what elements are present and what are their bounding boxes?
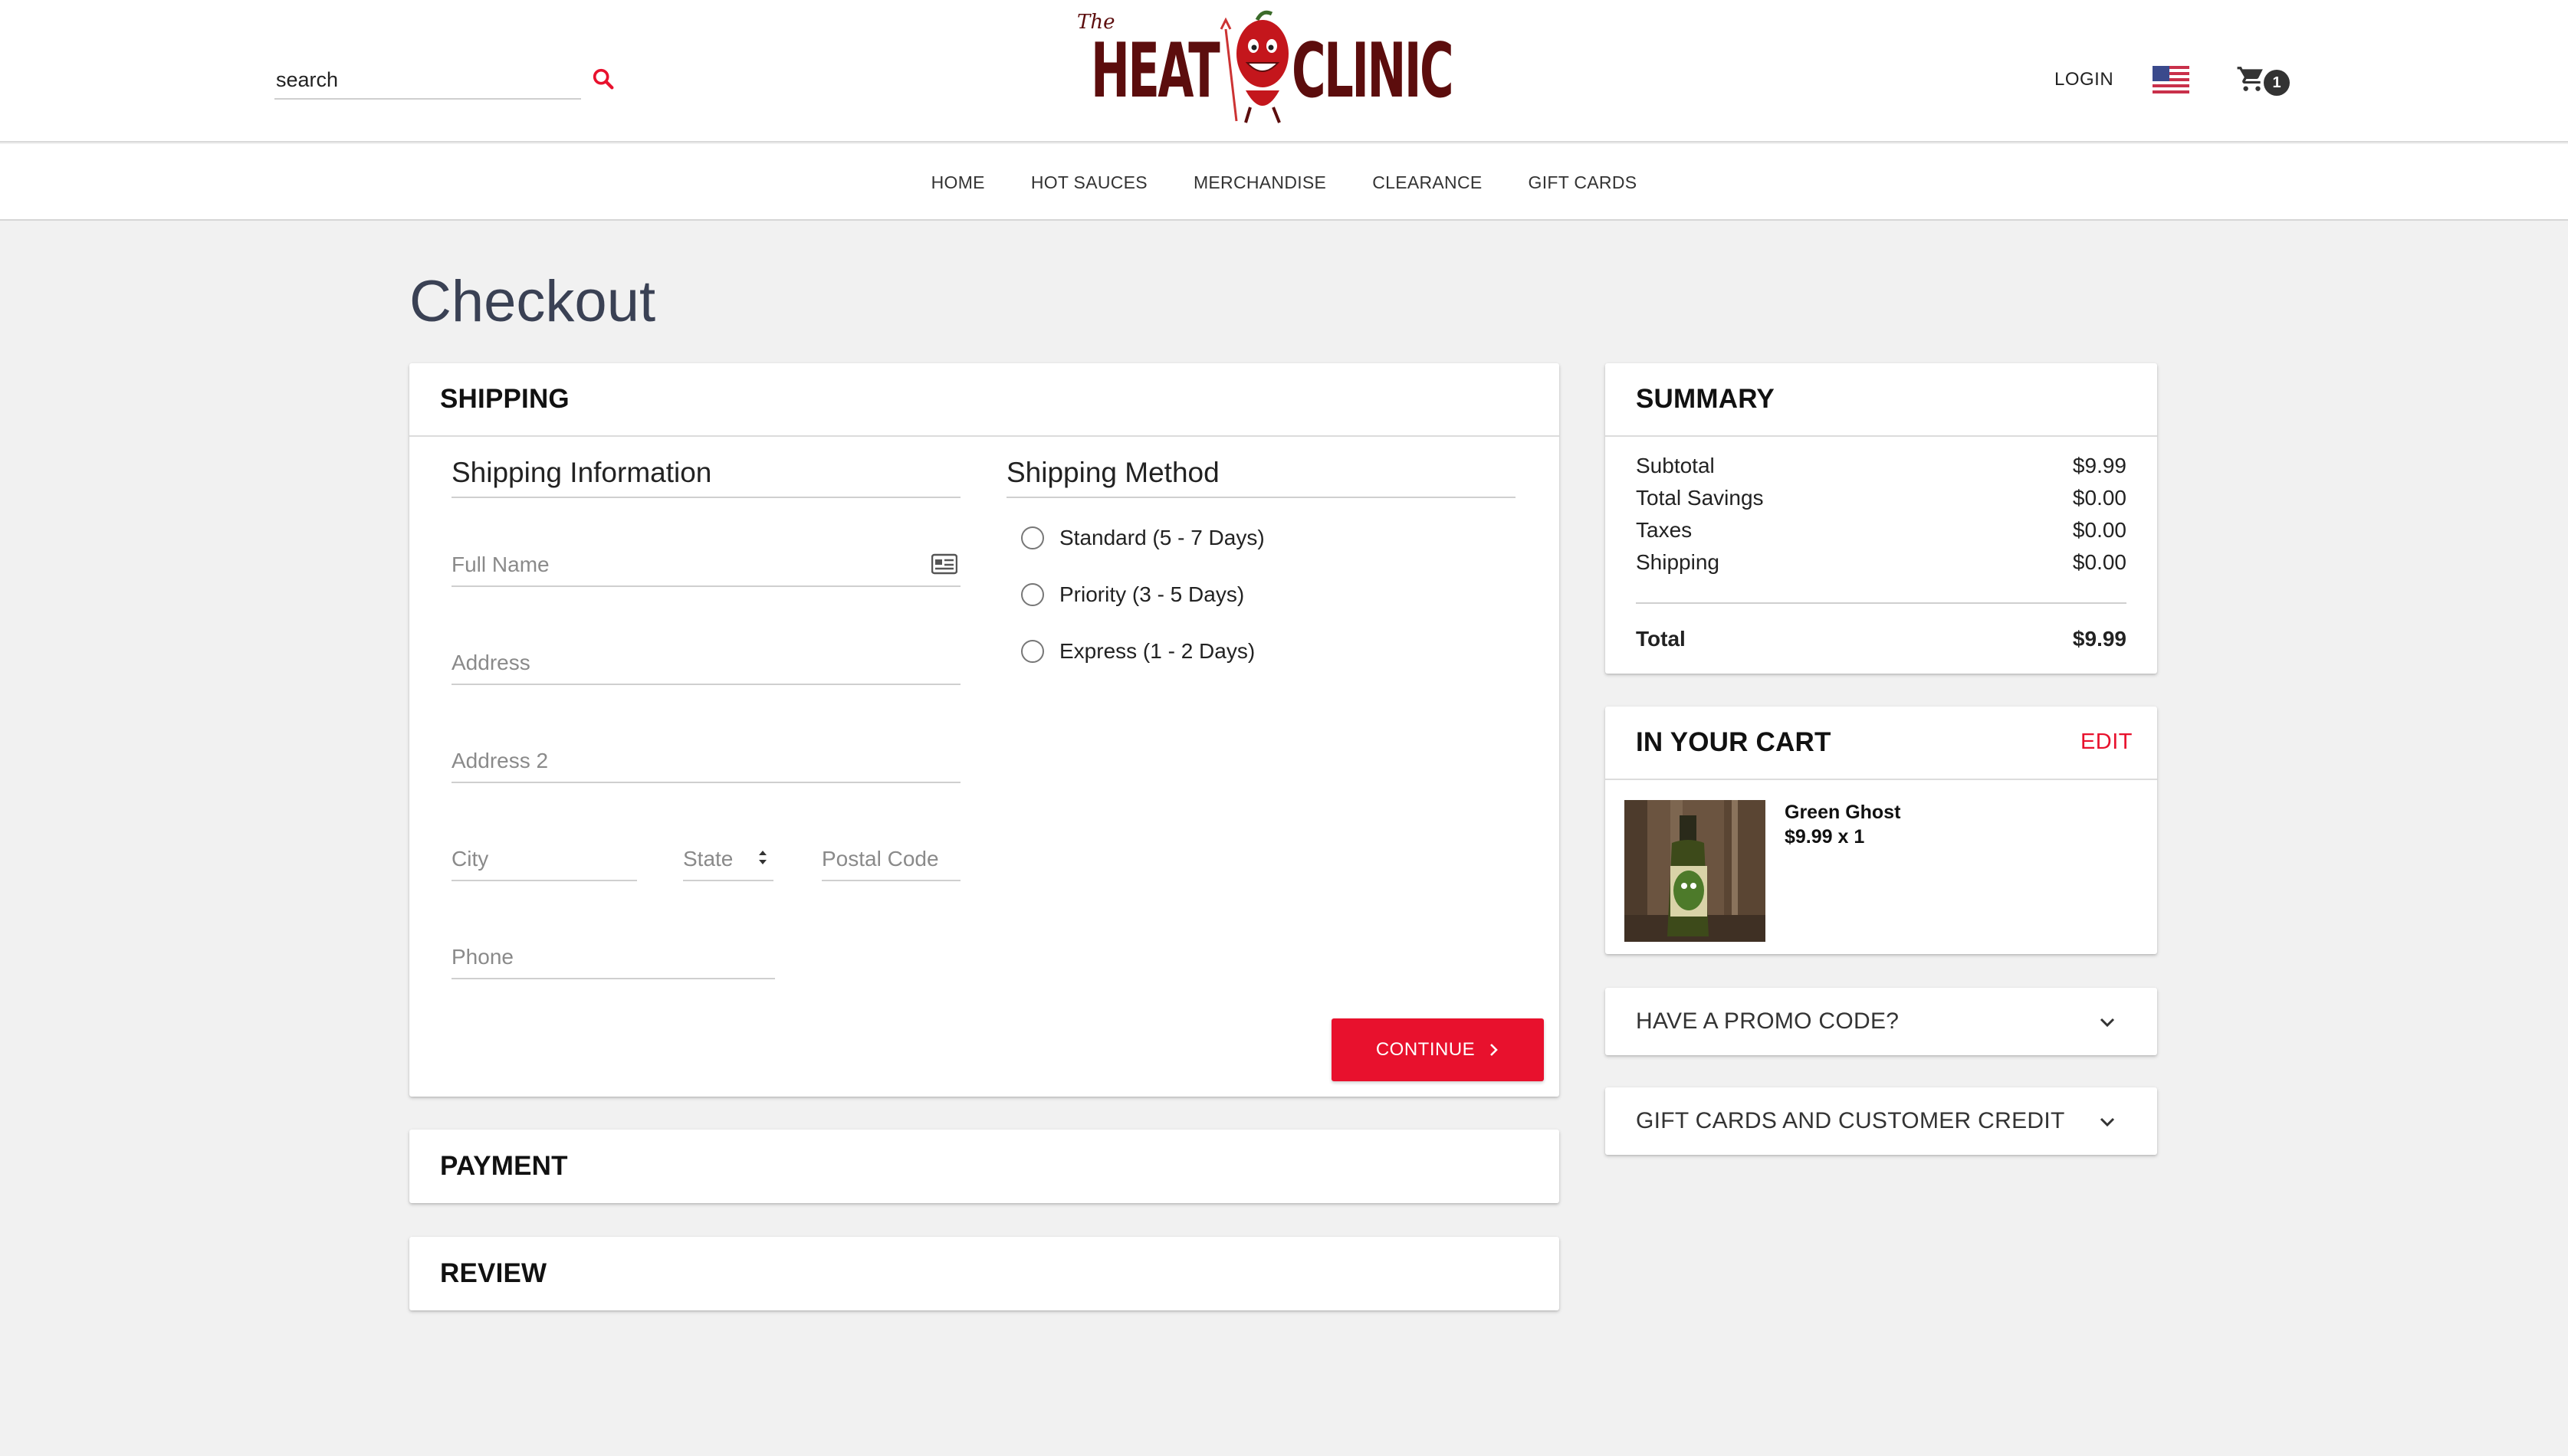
shipping-information-title: Shipping Information	[452, 457, 961, 498]
logo-heat-text: HEAT	[1091, 28, 1220, 115]
us-flag-icon[interactable]	[2153, 66, 2189, 93]
radio-priority[interactable]	[1021, 583, 1044, 606]
shipping-header[interactable]: SHIPPING	[409, 363, 1559, 437]
address-input[interactable]	[452, 645, 961, 680]
promo-code-toggle[interactable]: HAVE A PROMO CODE?	[1605, 988, 2157, 1055]
phone-field[interactable]	[452, 936, 775, 979]
city-field[interactable]	[452, 838, 637, 881]
nav-item-home[interactable]: HOME	[931, 172, 985, 193]
nav-item-hot-sauces[interactable]: HOT SAUCES	[1031, 172, 1148, 193]
contact-card-icon	[931, 553, 957, 575]
main-nav: HOME HOT SAUCES MERCHANDISE CLEARANCE GI…	[0, 144, 2568, 221]
summary-shipping-value: $0.00	[2072, 550, 2126, 574]
summary-header: SUMMARY	[1605, 363, 2157, 437]
review-header[interactable]: REVIEW	[409, 1237, 1559, 1310]
nav-item-gift-cards[interactable]: GIFT CARDS	[1529, 172, 1637, 193]
summary-shipping-label: Shipping	[1636, 550, 1719, 574]
phone-input[interactable]	[452, 940, 775, 975]
cart-count-badge[interactable]: 1	[2264, 70, 2290, 96]
shopping-cart-icon[interactable]	[2235, 64, 2266, 93]
radio-label-priority: Priority (3 - 5 Days)	[1059, 582, 1245, 606]
summary-savings-value: $0.00	[2072, 486, 2126, 510]
select-updown-icon	[759, 851, 767, 864]
radio-label-express: Express (1 - 2 Days)	[1059, 639, 1256, 663]
summary-row-subtotal: Subtotal $9.99	[1636, 454, 2126, 483]
summary-savings-label: Total Savings	[1636, 486, 1764, 510]
search-box	[274, 61, 581, 100]
state-select[interactable]: State	[683, 838, 773, 881]
shipping-title: SHIPPING	[440, 384, 570, 414]
address-field[interactable]	[452, 642, 961, 685]
summary-subtotal-value: $9.99	[2072, 454, 2126, 477]
summary-total-label: Total	[1636, 627, 1686, 651]
continue-label: CONTINUE	[1375, 1039, 1476, 1060]
review-title: REVIEW	[440, 1258, 547, 1288]
full-name-input[interactable]	[452, 547, 961, 582]
nav-item-clearance[interactable]: CLEARANCE	[1372, 172, 1482, 193]
summary-subtotal-label: Subtotal	[1636, 454, 1715, 477]
page-title: Checkout	[409, 269, 656, 334]
summary-row-shipping: Shipping $0.00	[1636, 550, 2126, 579]
shipping-method-standard[interactable]: Standard (5 - 7 Days)	[1021, 523, 1265, 553]
payment-header[interactable]: PAYMENT	[409, 1130, 1559, 1203]
summary-total-value: $9.99	[2072, 627, 2126, 651]
cart-title: IN YOUR CART	[1636, 727, 1831, 757]
postal-code-input[interactable]	[822, 841, 961, 877]
nav-item-merchandise[interactable]: MERCHANDISE	[1194, 172, 1326, 193]
product-name[interactable]: Green Ghost	[1785, 802, 1900, 824]
payment-card[interactable]: PAYMENT	[409, 1130, 1559, 1203]
cart-card: IN YOUR CART EDIT Green Ghost $9.99 x 1	[1605, 707, 2157, 954]
logo-clinic-text: CLINIC	[1292, 28, 1454, 115]
continue-button[interactable]: CONTINUE	[1332, 1018, 1544, 1081]
product-price-qty: $9.99 x 1	[1785, 826, 1865, 848]
review-card[interactable]: REVIEW	[409, 1237, 1559, 1310]
payment-title: PAYMENT	[440, 1151, 568, 1181]
summary-row-savings: Total Savings $0.00	[1636, 486, 2126, 515]
summary-row-total: Total $9.99	[1636, 627, 2126, 656]
site-header: The HEAT CLINIC LOGIN 1	[0, 0, 2568, 143]
search-icon[interactable]	[590, 66, 616, 92]
chevron-right-icon	[1490, 1044, 1499, 1056]
summary-taxes-value: $0.00	[2072, 518, 2126, 542]
edit-cart-link[interactable]: EDIT	[2080, 730, 2133, 755]
summary-title: SUMMARY	[1636, 384, 1775, 414]
summary-row-taxes: Taxes $0.00	[1636, 518, 2126, 547]
site-logo[interactable]: The HEAT CLINIC	[1077, 6, 1454, 129]
full-name-field[interactable]	[452, 544, 961, 587]
address2-field[interactable]	[452, 740, 961, 783]
summary-card: SUMMARY Subtotal $9.99 Total Savings $0.…	[1605, 363, 2157, 674]
search-input[interactable]	[276, 63, 552, 97]
chevron-down-icon	[2100, 1117, 2115, 1127]
product-image[interactable]	[1624, 800, 1765, 942]
promo-code-title: HAVE A PROMO CODE?	[1636, 1008, 1900, 1034]
shipping-method-express[interactable]: Express (1 - 2 Days)	[1021, 636, 1255, 667]
radio-standard[interactable]	[1021, 526, 1044, 549]
chevron-down-icon	[2100, 1018, 2115, 1028]
city-input[interactable]	[452, 841, 637, 877]
radio-express[interactable]	[1021, 640, 1044, 663]
login-link[interactable]: LOGIN	[2054, 69, 2113, 90]
postal-code-field[interactable]	[822, 838, 961, 881]
summary-divider	[1636, 602, 2126, 604]
gift-cards-toggle[interactable]: GIFT CARDS AND CUSTOMER CREDIT	[1605, 1087, 2157, 1155]
shipping-method-priority[interactable]: Priority (3 - 5 Days)	[1021, 579, 1244, 610]
gift-cards-title: GIFT CARDS AND CUSTOMER CREDIT	[1636, 1108, 2065, 1133]
summary-taxes-label: Taxes	[1636, 518, 1693, 542]
address2-input[interactable]	[452, 743, 961, 779]
radio-label-standard: Standard (5 - 7 Days)	[1059, 526, 1265, 549]
cart-header: IN YOUR CART	[1605, 707, 2157, 780]
shipping-method-title: Shipping Method	[1007, 457, 1516, 498]
